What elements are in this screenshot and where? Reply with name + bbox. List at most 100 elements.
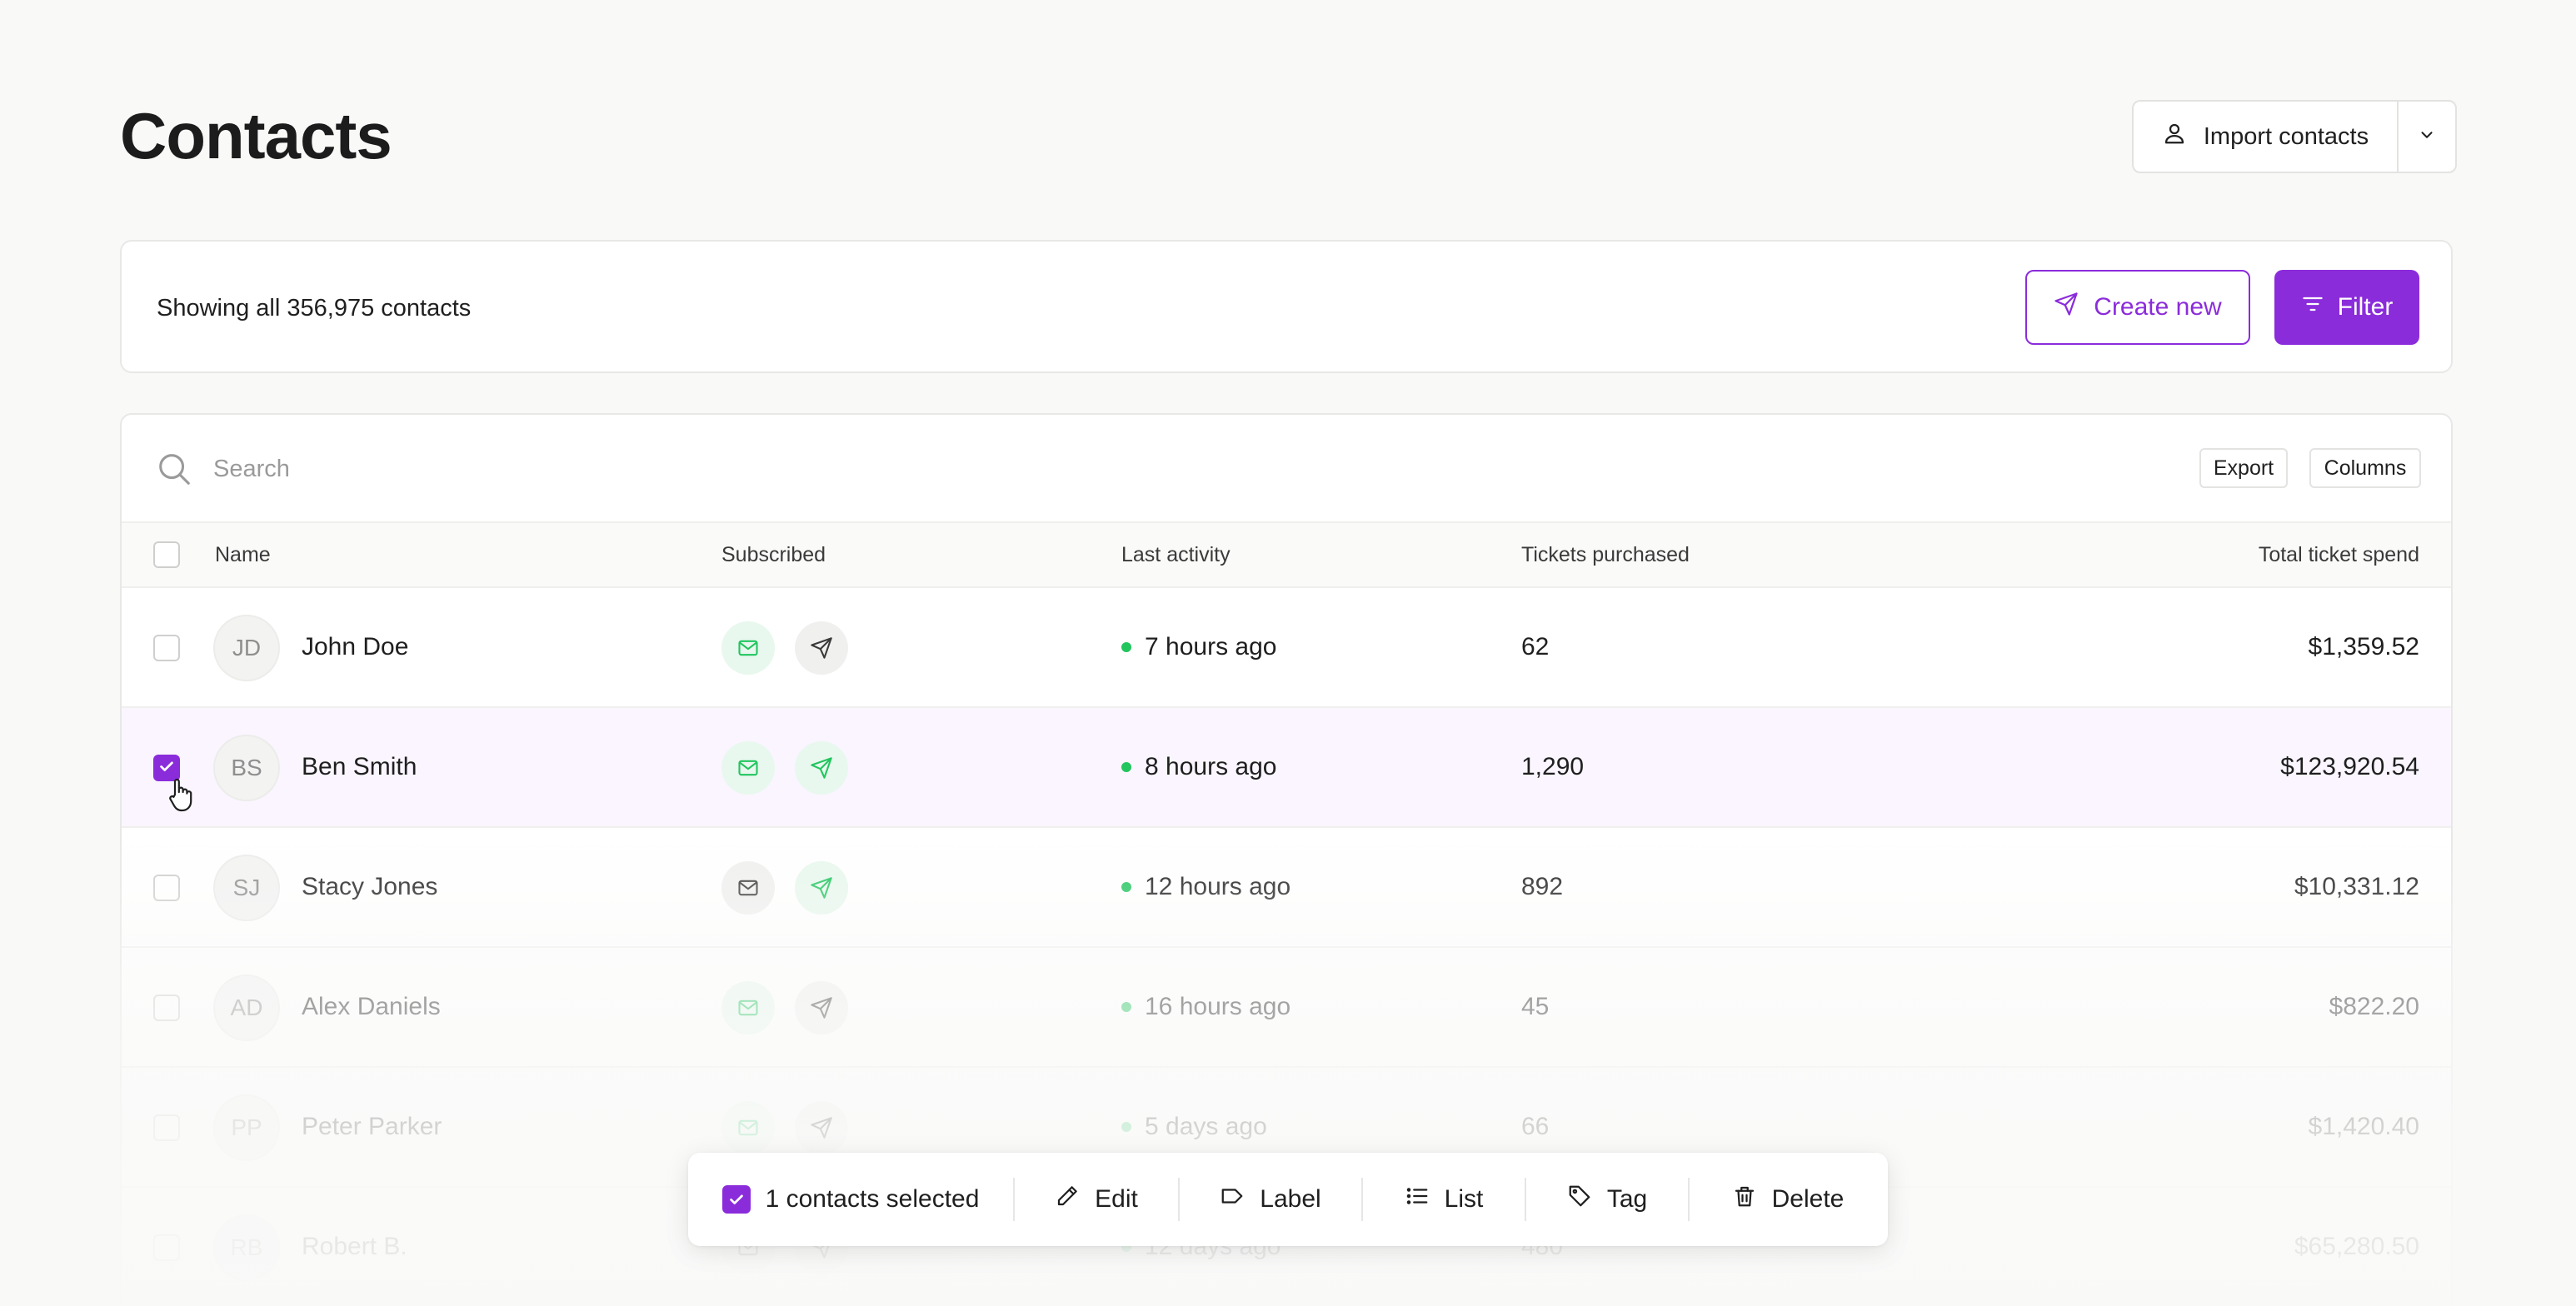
search-icon: [155, 450, 193, 492]
last-activity-text: 16 hours ago: [1145, 993, 1291, 1020]
total-ticket-spend: $123,920.54: [2280, 753, 2419, 780]
contact-name[interactable]: Ben Smith: [302, 753, 417, 781]
activity-status-dot: [1121, 1002, 1131, 1012]
row-checkbox[interactable]: [153, 875, 180, 901]
contact-name[interactable]: Alex Daniels: [302, 993, 441, 1021]
row-checkbox[interactable]: [153, 1114, 180, 1141]
bulk-action-bar: 1 contacts selected Edit Label List Tag …: [688, 1153, 1888, 1246]
avatar: RB: [213, 1214, 280, 1281]
contacts-count-text: Showing all 356,975 contacts: [157, 295, 472, 322]
last-activity: 12 hours ago: [1121, 873, 1290, 901]
activity-status-dot: [1121, 882, 1131, 892]
contact-name[interactable]: Peter Parker: [302, 1113, 442, 1141]
sms-subscription-icon[interactable]: [795, 741, 848, 795]
create-new-button[interactable]: Create new: [2025, 270, 2250, 345]
table-row[interactable]: JD John Doe 7 hours ago 62 $1,359.52: [122, 588, 2451, 708]
page-title: Contacts: [120, 99, 392, 172]
selection-count: 1 contacts selected: [688, 1153, 1013, 1246]
row-checkbox[interactable]: [153, 994, 180, 1021]
column-header-last-activity[interactable]: Last activity: [1121, 543, 1231, 567]
email-subscription-icon[interactable]: [721, 621, 775, 675]
import-contacts-split-button: Import contacts: [2132, 100, 2457, 173]
contact-name[interactable]: John Doe: [302, 633, 408, 661]
contact-name[interactable]: Stacy Jones: [302, 873, 437, 901]
tickets-purchased: 66: [1521, 1113, 1550, 1140]
table-row[interactable]: BS Ben Smith 8 hours ago 1,290 $123,920.…: [122, 708, 2451, 828]
tag-icon: [1567, 1184, 1592, 1215]
activity-status-dot: [1121, 762, 1131, 772]
tag-button[interactable]: Tag: [1526, 1153, 1688, 1246]
email-subscription-icon[interactable]: [721, 741, 775, 795]
avatar: AD: [213, 975, 280, 1041]
column-header-tickets-purchased[interactable]: Tickets purchased: [1521, 543, 1690, 567]
tickets-purchased: 892: [1521, 873, 1564, 900]
import-contacts-button[interactable]: Import contacts: [2134, 102, 2397, 172]
tag-label: Tag: [1606, 1185, 1648, 1213]
activity-status-dot: [1121, 1122, 1131, 1132]
total-ticket-spend: $10,331.12: [2294, 873, 2419, 900]
label-button[interactable]: Label: [1180, 1153, 1361, 1246]
email-subscription-icon[interactable]: [721, 861, 775, 915]
avatar: PP: [213, 1094, 280, 1161]
search-input[interactable]: [213, 448, 1046, 490]
select-all-checkbox[interactable]: [153, 541, 180, 568]
filter-icon: [2301, 292, 2324, 322]
total-ticket-spend: $822.20: [2329, 993, 2419, 1020]
trash-icon: [1732, 1184, 1757, 1215]
row-checkbox[interactable]: [153, 1234, 180, 1261]
label-label: Label: [1260, 1185, 1321, 1213]
send-icon: [2054, 292, 2079, 323]
delete-button[interactable]: Delete: [1690, 1153, 1886, 1246]
tickets-purchased: 1,290: [1521, 753, 1585, 780]
avatar: SJ: [213, 855, 280, 921]
delete-label: Delete: [1771, 1185, 1845, 1213]
column-header-total-ticket-spend[interactable]: Total ticket spend: [2259, 543, 2419, 567]
sms-subscription-icon[interactable]: [795, 981, 848, 1034]
export-button[interactable]: Export: [2199, 448, 2288, 488]
sms-subscription-icon[interactable]: [795, 861, 848, 915]
columns-button[interactable]: Columns: [2309, 448, 2421, 488]
hand-pointer-icon: [167, 776, 197, 817]
sms-subscription-icon[interactable]: [795, 621, 848, 675]
avatar: BS: [213, 735, 280, 801]
chevron-down-icon: [2418, 126, 2436, 148]
row-checkbox[interactable]: [153, 635, 180, 661]
table-row[interactable]: AD Alex Daniels 16 hours ago 45 $822.20: [122, 948, 2451, 1068]
import-options-dropdown[interactable]: [2397, 102, 2455, 172]
last-activity: 5 days ago: [1121, 1113, 1267, 1141]
sms-subscription-icon[interactable]: [795, 1101, 848, 1154]
activity-status-dot: [1121, 642, 1131, 652]
tickets-purchased: 45: [1521, 993, 1550, 1020]
total-ticket-spend: $1,359.52: [2308, 633, 2419, 660]
total-ticket-spend: $65,280.50: [2294, 1233, 2419, 1260]
pencil-icon: [1055, 1184, 1080, 1215]
summary-card: Showing all 356,975 contacts Create new …: [120, 240, 2453, 373]
bulk-select-checkbox[interactable]: [721, 1185, 751, 1214]
last-activity: 16 hours ago: [1121, 993, 1290, 1021]
last-activity-text: 5 days ago: [1145, 1113, 1267, 1140]
filter-label: Filter: [2337, 293, 2394, 321]
avatar: JD: [213, 615, 280, 681]
contact-name[interactable]: Robert B.: [302, 1233, 407, 1261]
table-header-row: Name Subscribed Last activity Tickets pu…: [122, 521, 2451, 588]
edit-label: Edit: [1095, 1185, 1138, 1213]
list-button[interactable]: List: [1363, 1153, 1525, 1246]
total-ticket-spend: $1,420.40: [2308, 1113, 2419, 1140]
label-icon: [1220, 1184, 1245, 1215]
create-new-label: Create new: [2094, 293, 2222, 321]
column-header-subscribed[interactable]: Subscribed: [721, 543, 826, 567]
list-label: List: [1444, 1185, 1484, 1213]
email-subscription-icon[interactable]: [721, 1101, 775, 1154]
user-icon: [2162, 121, 2187, 152]
last-activity-text: 7 hours ago: [1145, 633, 1277, 660]
column-header-name[interactable]: Name: [215, 543, 271, 567]
import-contacts-label: Import contacts: [2203, 122, 2369, 150]
edit-button[interactable]: Edit: [1015, 1153, 1178, 1246]
email-subscription-icon[interactable]: [721, 981, 775, 1034]
last-activity: 7 hours ago: [1121, 633, 1276, 661]
table-row[interactable]: SJ Stacy Jones 12 hours ago 892 $10,331.…: [122, 828, 2451, 948]
tickets-purchased: 62: [1521, 633, 1550, 660]
last-activity: 8 hours ago: [1121, 753, 1276, 781]
filter-button[interactable]: Filter: [2274, 270, 2419, 345]
selection-count-text: 1 contacts selected: [765, 1185, 980, 1213]
